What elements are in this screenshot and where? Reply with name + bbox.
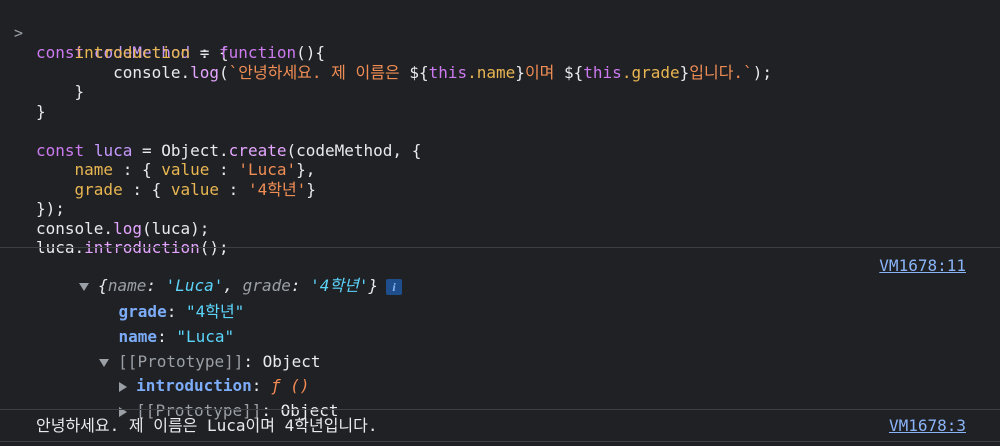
code-line: console.log(luca); [0, 199, 1000, 238]
code-line: introduction : function(){ [0, 24, 1000, 62]
prototype-row[interactable]: [[Prototype]]: Object [60, 332, 320, 371]
code-line: console.log(`안녕하세요. 제 이름은 ${this.name}이며… [0, 43, 1000, 82]
source-link[interactable]: VM1678:11 [879, 256, 966, 276]
code-line: luca.introduction(); [0, 219, 1000, 257]
code-line: grade : { value : '4학년'} [0, 160, 1000, 199]
console-input-code: > const codeMethod = { introduction : fu… [0, 4, 1000, 258]
code-line: } [0, 82, 1000, 121]
console-divider [0, 409, 1000, 410]
console-divider [0, 441, 1000, 442]
code-line: } [0, 63, 1000, 101]
prototype-row-nested[interactable]: [[Prototype]]: Object [80, 381, 338, 420]
source-link[interactable]: VM1678:3 [889, 416, 966, 436]
collapse-triangle-icon[interactable] [118, 406, 127, 417]
property-row-name: name: "Luca" [80, 307, 235, 346]
code-text: } [368, 276, 379, 295]
console-divider [0, 247, 1000, 248]
code-line: name : { value : 'Luca'}, [0, 141, 1000, 179]
summary-key: grade [242, 276, 291, 295]
code-line: > const codeMethod = { [0, 4, 1000, 63]
code-text: : [290, 276, 311, 295]
property-row-introduction[interactable]: introduction: ƒ () [80, 356, 310, 395]
property-row-grade: grade: "4학년" [80, 282, 245, 321]
code-line: }); [0, 180, 1000, 218]
log-message-text: 안녕하세요. 제 이름은 Luca이며 4학년입니다. [36, 416, 378, 435]
summary-value: '4학년' [310, 276, 369, 295]
info-icon[interactable]: i [386, 278, 403, 295]
code-line: const luca = Object.create(codeMethod, { [0, 121, 1000, 160]
object-summary[interactable]: {name: 'Luca', grade: '4학년'} i [40, 256, 403, 295]
